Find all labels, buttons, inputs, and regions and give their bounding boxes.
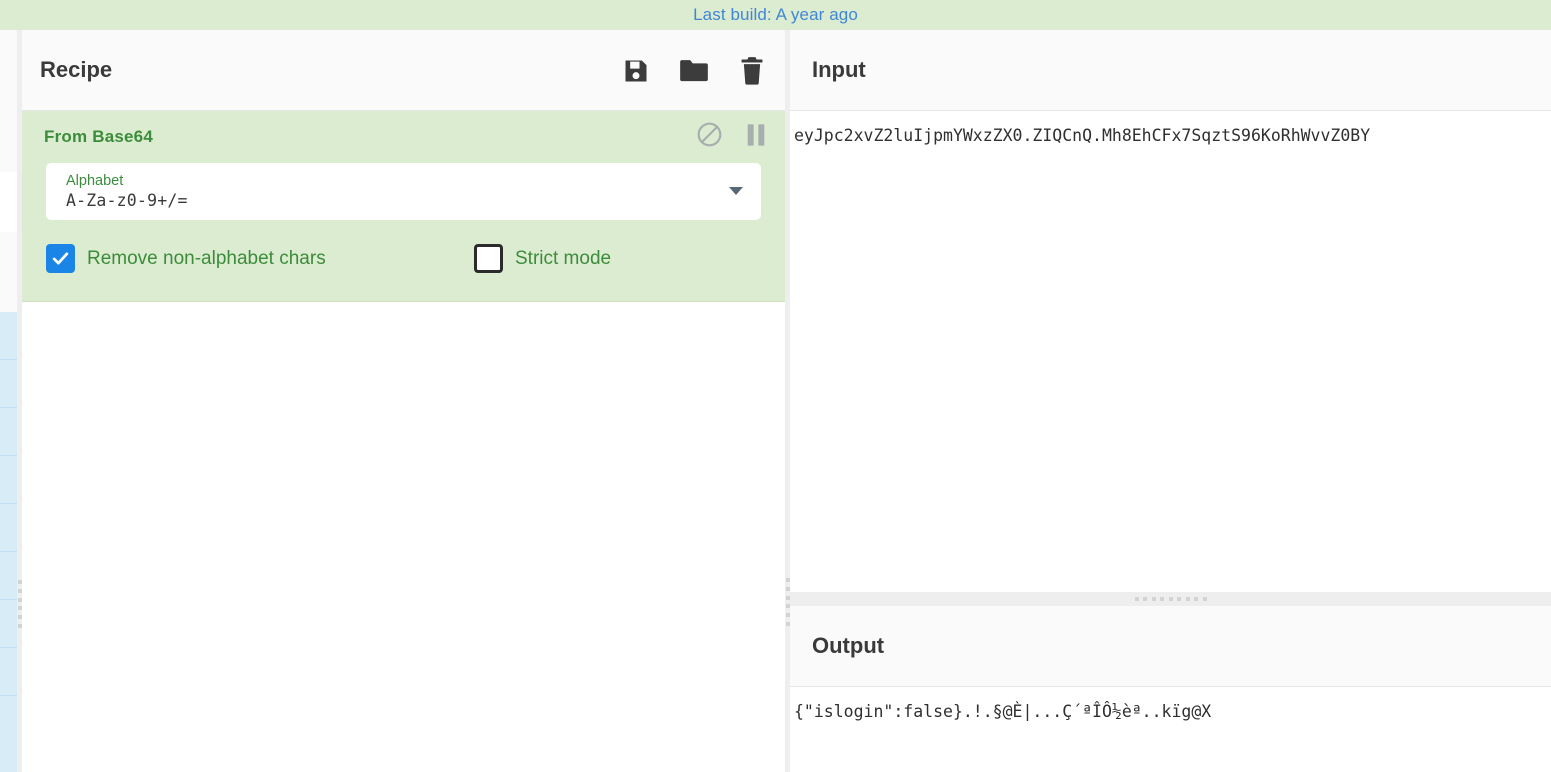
breakpoint-icon[interactable] xyxy=(745,122,767,148)
cyberchef-app: Last build: A year ago Recipe From Base6… xyxy=(0,0,1551,772)
output-title: Output xyxy=(812,633,885,658)
save-recipe-button[interactable] xyxy=(621,56,651,86)
operation-arguments: Alphabet A-Za-z0-9+/= xyxy=(22,163,785,220)
input-title: Input xyxy=(812,57,866,82)
chevron-down-icon[interactable] xyxy=(729,187,743,195)
io-column: Input eyJpc2xvZ2luIjpmYWxzZX0.ZIQCnQ.Mh8… xyxy=(790,30,1551,772)
recipe-title: Recipe xyxy=(40,57,113,82)
output-text: {"islogin":false}.!.§@È|...Ç´ªÎÔ½èª..kïg… xyxy=(794,702,1212,721)
recipe-drop-area[interactable] xyxy=(22,302,785,667)
operations-scrollbar[interactable] xyxy=(8,30,24,772)
alphabet-select[interactable]: Alphabet A-Za-z0-9+/= xyxy=(46,163,761,220)
input-header: Input xyxy=(790,30,1551,111)
output-header: Output xyxy=(790,606,1551,687)
operation-title: From Base64 xyxy=(44,127,153,146)
operation-controls xyxy=(696,121,767,148)
input-area[interactable]: eyJpc2xvZ2luIjpmYWxzZX0.ZIQCnQ.Mh8EhCFx7… xyxy=(790,111,1551,592)
last-build-banner: Last build: A year ago xyxy=(0,0,1551,30)
folder-icon xyxy=(679,57,709,85)
disable-operation-icon[interactable] xyxy=(696,121,723,148)
operation-header: From Base64 xyxy=(22,111,785,163)
recipe-operation[interactable]: From Base64 Alphabet A-Za-z0-9+/= Remove… xyxy=(22,111,785,302)
strict-mode-label: Strict mode xyxy=(515,247,612,269)
trash-icon xyxy=(739,56,765,85)
input-output-splitter[interactable] xyxy=(790,592,1551,606)
alphabet-value: A-Za-z0-9+/= xyxy=(66,191,188,210)
recipe-header: Recipe xyxy=(22,30,785,111)
last-build-text[interactable]: Last build: A year ago xyxy=(693,5,858,25)
clear-recipe-button[interactable] xyxy=(737,56,767,86)
checkbox-unchecked-box[interactable] xyxy=(474,244,503,273)
recipe-pane: Recipe From Base64 Alphabet A-Za-z0-9+/=… xyxy=(22,30,785,772)
checkbox-checked-box[interactable] xyxy=(46,244,75,273)
recipe-actions xyxy=(621,30,767,111)
remove-non-alphabet-chars-checkbox[interactable]: Remove non-alphabet chars xyxy=(46,244,474,273)
input-text[interactable]: eyJpc2xvZ2luIjpmYWxzZX0.ZIQCnQ.Mh8EhCFx7… xyxy=(790,111,1551,147)
operation-checkboxes: Remove non-alphabet chars Strict mode xyxy=(22,220,785,273)
input-output-splitter-handle[interactable] xyxy=(1134,597,1207,601)
strict-mode-checkbox[interactable]: Strict mode xyxy=(474,244,611,273)
remove-non-alphabet-chars-label: Remove non-alphabet chars xyxy=(87,247,326,269)
alphabet-label: Alphabet xyxy=(66,173,124,189)
floppy-disk-icon xyxy=(622,57,650,85)
output-area[interactable]: {"islogin":false}.!.§@È|...Ç´ªÎÔ½èª..kïg… xyxy=(790,687,1551,723)
load-recipe-button[interactable] xyxy=(679,56,709,86)
